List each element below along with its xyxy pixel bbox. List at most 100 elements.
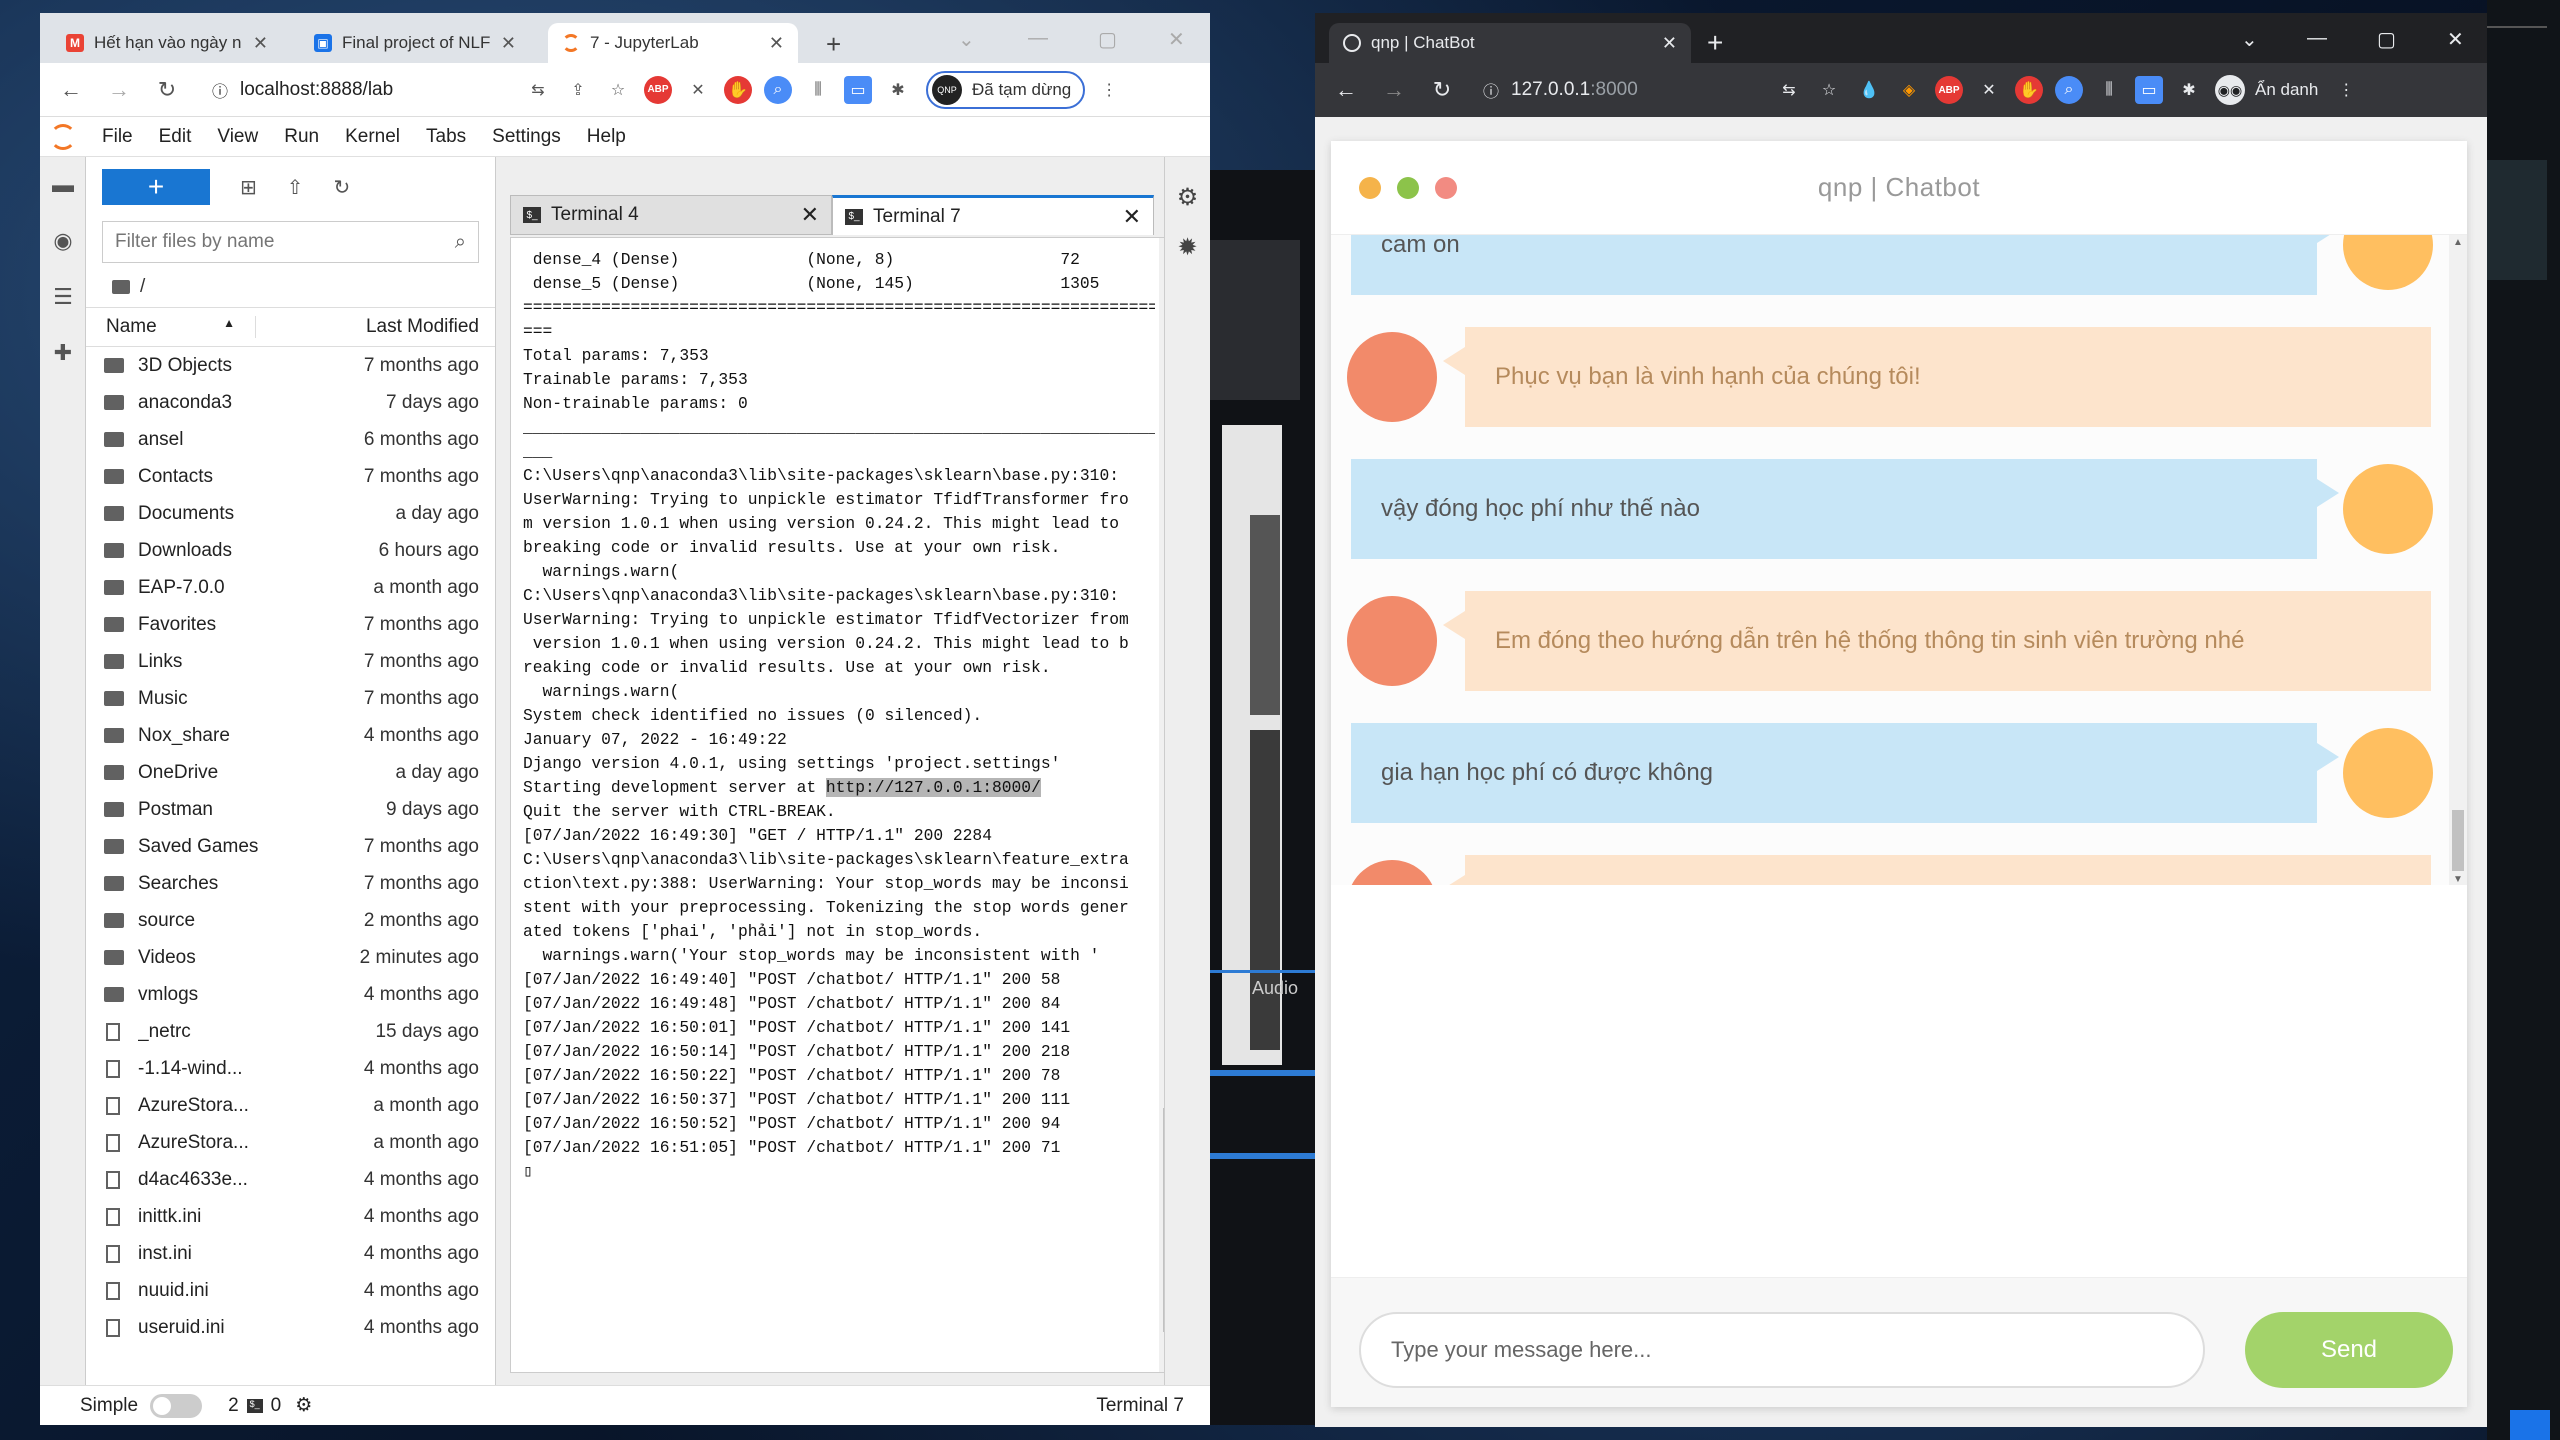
maximize-button[interactable]: ▢ bbox=[1098, 27, 1117, 52]
terminal-panel[interactable]: dense_4 (Dense) (None, 8) 72 dense_5 (De… bbox=[510, 237, 1180, 1373]
menu-file[interactable]: File bbox=[102, 126, 133, 148]
message-input[interactable] bbox=[1359, 1312, 2205, 1388]
new-folder-icon[interactable]: ⊞ bbox=[240, 175, 257, 200]
file-row[interactable]: Saved Games 7 months ago bbox=[86, 828, 495, 865]
browser-tab-chatbot[interactable]: qnp | ChatBot ✕ bbox=[1329, 23, 1691, 63]
close-icon[interactable]: ✕ bbox=[1123, 204, 1141, 230]
adblock-icon[interactable]: ABP bbox=[644, 75, 672, 104]
close-icon[interactable]: ✕ bbox=[1662, 33, 1677, 54]
translate-icon[interactable]: ⇆ bbox=[1775, 76, 1803, 104]
tab-terminal-7[interactable]: $_ Terminal 7 ✕ bbox=[832, 195, 1154, 235]
chevron-down-icon[interactable]: ⌄ bbox=[958, 27, 975, 52]
star-icon[interactable]: ☆ bbox=[604, 76, 632, 104]
upload-icon[interactable]: ⇧ bbox=[287, 175, 304, 200]
refresh-icon[interactable]: ↻ bbox=[334, 175, 351, 200]
screen-icon[interactable]: ▭ bbox=[2135, 76, 2163, 104]
menu-kernel[interactable]: Kernel bbox=[345, 126, 400, 148]
close-icon[interactable]: ✕ bbox=[801, 202, 819, 228]
new-tab-button[interactable]: + bbox=[826, 29, 841, 60]
back-button[interactable]: ← bbox=[54, 73, 88, 107]
filter-input[interactable] bbox=[115, 231, 395, 253]
minimize-button[interactable]: — bbox=[2307, 27, 2327, 50]
reload-button[interactable]: ↻ bbox=[1425, 73, 1459, 107]
file-row[interactable]: inittk.ini 4 months ago bbox=[86, 1198, 495, 1235]
file-row[interactable]: inst.ini 4 months ago bbox=[86, 1235, 495, 1272]
stop-hand-icon[interactable]: ✋ bbox=[2015, 76, 2043, 104]
share-icon[interactable]: ⇪ bbox=[564, 76, 592, 104]
property-inspector-icon[interactable]: ⚙ bbox=[1165, 157, 1210, 237]
menu-view[interactable]: View bbox=[217, 126, 258, 148]
chat-scrollbar[interactable]: ▲ ▼ bbox=[2449, 235, 2467, 885]
file-row[interactable]: Favorites 7 months ago bbox=[86, 606, 495, 643]
reload-button[interactable]: ↻ bbox=[150, 73, 184, 107]
more-menu-icon[interactable]: ⋮ bbox=[2332, 76, 2360, 104]
terminal-count[interactable]: 0 bbox=[271, 1395, 282, 1417]
name-column-header[interactable]: Name ▲ bbox=[86, 316, 256, 338]
file-row[interactable]: Documents a day ago bbox=[86, 495, 495, 532]
simple-mode-toggle[interactable] bbox=[150, 1393, 203, 1418]
file-row[interactable]: Downloads 6 hours ago bbox=[86, 532, 495, 569]
file-row[interactable]: -1.14-wind... 4 months ago bbox=[86, 1050, 495, 1087]
back-button[interactable]: ← bbox=[1329, 73, 1363, 107]
server-url-highlight[interactable]: http://127.0.0.1:8000/ bbox=[825, 778, 1041, 797]
search-extension-icon[interactable]: ⌕ bbox=[764, 75, 792, 104]
scroll-down-icon[interactable]: ▼ bbox=[2453, 874, 2463, 885]
file-row[interactable]: _netrc 15 days ago bbox=[86, 1013, 495, 1050]
file-row[interactable]: Postman 9 days ago bbox=[86, 791, 495, 828]
address-bar[interactable]: ⓘ localhost:8888/lab bbox=[198, 71, 518, 109]
modified-column-header[interactable]: Last Modified bbox=[256, 316, 495, 338]
kernel-settings-icon[interactable]: ⚙ bbox=[295, 1394, 312, 1417]
close-icon[interactable]: ✕ bbox=[501, 33, 516, 54]
file-row[interactable]: nuuid.ini 4 months ago bbox=[86, 1272, 495, 1309]
extension-x-icon[interactable]: ✕ bbox=[684, 76, 712, 104]
equalizer-icon[interactable]: ⫼ bbox=[2095, 76, 2123, 104]
file-row[interactable]: 3D Objects 7 months ago bbox=[86, 347, 495, 384]
search-extension-icon[interactable]: ⌕ bbox=[2055, 76, 2083, 104]
scroll-up-icon[interactable]: ▲ bbox=[2453, 237, 2463, 248]
address-bar[interactable]: ⓘ 127.0.0.1:8000 bbox=[1469, 71, 1769, 109]
file-row[interactable]: useruid.ini 4 months ago bbox=[86, 1309, 495, 1346]
file-row[interactable]: AzureStora... a month ago bbox=[86, 1124, 495, 1161]
file-row[interactable]: Links 7 months ago bbox=[86, 643, 495, 680]
menu-settings[interactable]: Settings bbox=[492, 126, 561, 148]
file-row[interactable]: Nox_share 4 months ago bbox=[86, 717, 495, 754]
close-window-button[interactable]: ✕ bbox=[2447, 27, 2464, 52]
new-launcher-button[interactable]: + bbox=[102, 169, 210, 205]
browser-tab-jupyterlab[interactable]: 7 - JupyterLab ✕ bbox=[548, 23, 798, 63]
file-row[interactable]: Music 7 months ago bbox=[86, 680, 495, 717]
file-row[interactable]: d4ac4633e... 4 months ago bbox=[86, 1161, 495, 1198]
file-row[interactable]: AzureStora... a month ago bbox=[86, 1087, 495, 1124]
minimize-button[interactable]: — bbox=[1028, 27, 1048, 50]
toc-icon[interactable]: ☰ bbox=[40, 269, 86, 325]
debugger-icon[interactable]: ✹ bbox=[1165, 234, 1210, 261]
file-row[interactable]: Contacts 7 months ago bbox=[86, 458, 495, 495]
profile-button[interactable]: QNP Đã tạm dừng bbox=[926, 70, 1086, 109]
star-icon[interactable]: ☆ bbox=[1815, 76, 1843, 104]
file-row[interactable]: source 2 months ago bbox=[86, 902, 495, 939]
forward-button[interactable]: → bbox=[102, 73, 136, 107]
more-menu-icon[interactable]: ⋮ bbox=[1095, 76, 1123, 104]
browser-tab-docs[interactable]: ▣ Final project of NLF ✕ bbox=[300, 23, 530, 63]
menu-edit[interactable]: Edit bbox=[159, 126, 192, 148]
terminal-output[interactable]: dense_4 (Dense) (None, 8) 72 dense_5 (De… bbox=[523, 248, 1155, 1372]
file-row[interactable]: EAP-7.0.0 a month ago bbox=[86, 569, 495, 606]
screen-icon[interactable]: ▭ bbox=[844, 75, 872, 104]
menu-tabs[interactable]: Tabs bbox=[426, 126, 466, 148]
file-row[interactable]: vmlogs 4 months ago bbox=[86, 976, 495, 1013]
chevron-down-icon[interactable]: ⌄ bbox=[2241, 27, 2258, 52]
close-icon[interactable]: ✕ bbox=[769, 33, 784, 54]
close-window-button[interactable]: ✕ bbox=[1168, 27, 1185, 52]
folder-icon[interactable]: ▬ bbox=[40, 157, 86, 213]
send-button[interactable]: Send bbox=[2245, 1312, 2453, 1388]
menu-run[interactable]: Run bbox=[284, 126, 319, 148]
adblock-icon[interactable]: ABP bbox=[1935, 76, 1963, 104]
file-row[interactable]: ansel 6 months ago bbox=[86, 421, 495, 458]
kernel-count[interactable]: 2 bbox=[228, 1395, 239, 1417]
translate-icon[interactable]: ⇆ bbox=[524, 76, 552, 104]
incognito-button[interactable]: ◉◉ Ẩn danh bbox=[2215, 75, 2318, 105]
orange-extension-icon[interactable]: ◈ bbox=[1895, 76, 1923, 104]
close-icon[interactable]: ✕ bbox=[253, 33, 268, 54]
puzzle-icon[interactable]: ✱ bbox=[884, 76, 912, 104]
forward-button[interactable]: → bbox=[1377, 73, 1411, 107]
breadcrumb-root[interactable]: / bbox=[140, 276, 145, 298]
